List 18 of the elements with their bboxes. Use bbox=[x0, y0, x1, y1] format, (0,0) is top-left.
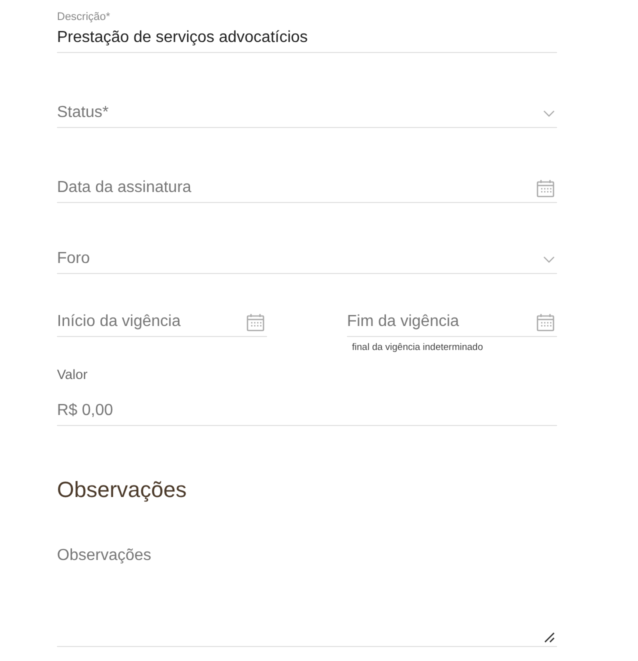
field-label: Descrição* bbox=[57, 10, 112, 24]
field-hint: final da vigência indeterminado bbox=[352, 342, 484, 354]
section-heading: Observações bbox=[57, 476, 188, 504]
input-field[interactable]: R$ 0,00 bbox=[57, 399, 557, 423]
date-field[interactable]: Data da assinatura bbox=[57, 176, 536, 200]
select-field[interactable]: Status* bbox=[57, 101, 543, 125]
input-field[interactable]: Prestação de serviços advocatícios bbox=[57, 26, 557, 50]
resize-handle-icon[interactable] bbox=[544, 632, 555, 643]
chevron-down-icon[interactable] bbox=[543, 256, 555, 262]
notes-textarea[interactable]: Observações bbox=[57, 546, 557, 646]
chevron-down-icon[interactable] bbox=[543, 110, 555, 116]
calendar-icon[interactable] bbox=[536, 312, 555, 332]
field-label: Valor bbox=[57, 368, 89, 382]
date-field[interactable]: Início da vigência bbox=[57, 310, 246, 334]
select-field[interactable]: Foro bbox=[57, 247, 543, 271]
calendar-icon[interactable] bbox=[246, 312, 265, 332]
calendar-icon[interactable] bbox=[536, 178, 555, 198]
date-field[interactable]: Fim da vigência bbox=[347, 310, 536, 334]
